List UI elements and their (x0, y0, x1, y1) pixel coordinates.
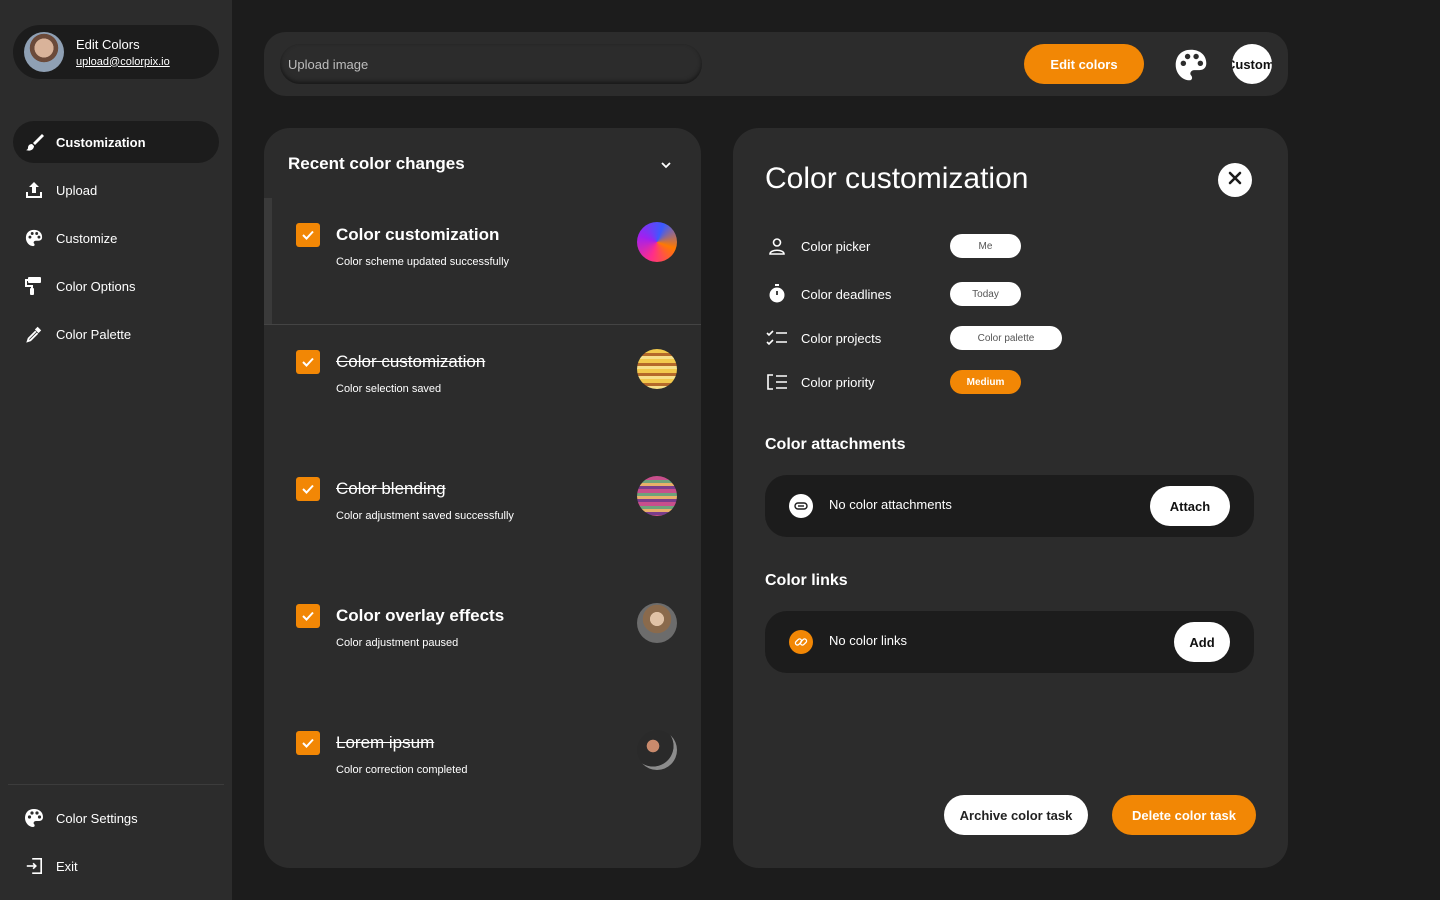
sidebar-item-label: Exit (56, 858, 78, 874)
item-thumbnail (637, 349, 677, 389)
property-row-picker: Color picker Me (765, 234, 1245, 258)
sidebar-item-label: Color Palette (56, 326, 132, 342)
sidebar: Edit Colors upload@colorpix.io Customiza… (0, 0, 232, 900)
sidebar-item-label: Customization (56, 134, 146, 150)
checkbox[interactable] (296, 223, 320, 247)
user-avatar-button[interactable]: Customi (1232, 44, 1272, 84)
person-icon (765, 234, 789, 258)
item-subtitle: Color selection saved (336, 383, 442, 395)
upload-icon (24, 180, 44, 200)
property-label: Color priority (801, 374, 875, 390)
property-row-priority: Color priority Medium (765, 370, 1245, 394)
checkbox[interactable] (296, 604, 320, 628)
avatar (24, 32, 64, 72)
profile-name: Edit Colors (76, 36, 140, 52)
sidebar-item-exit[interactable]: Exit (13, 845, 219, 887)
sidebar-divider (8, 784, 224, 785)
checklist-icon (765, 326, 789, 350)
item-thumbnail (637, 222, 677, 262)
sidebar-item-color-palette[interactable]: Color Palette (13, 313, 219, 355)
close-icon (1227, 170, 1243, 191)
sidebar-item-label: Customize (56, 230, 118, 246)
property-label: Color projects (801, 330, 882, 346)
property-value-pill[interactable]: Color palette (950, 326, 1062, 350)
item-thumbnail (637, 603, 677, 643)
links-box: No color links Add (765, 611, 1254, 673)
recent-changes-panel: Recent color changes Color customization… (264, 128, 701, 868)
checkbox[interactable] (296, 731, 320, 755)
palette-icon[interactable] (1174, 48, 1208, 82)
list-item[interactable]: Color customization Color scheme updated… (264, 198, 701, 325)
item-title: Color overlay effects (336, 606, 505, 625)
sidebar-item-label: Color Settings (56, 810, 138, 826)
palette-icon (24, 808, 44, 828)
list-item[interactable]: Color overlay effects Color adjustment p… (264, 579, 701, 706)
links-title: Color links (765, 572, 848, 589)
chevron-down-icon[interactable] (659, 158, 673, 172)
edit-colors-button[interactable]: Edit colors (1024, 44, 1144, 84)
priority-badge[interactable]: Medium (950, 370, 1021, 394)
archive-task-button[interactable]: Archive color task (944, 795, 1088, 835)
item-title: Color customization (336, 352, 486, 371)
sidebar-item-label: Color Options (56, 278, 136, 294)
sidebar-bottom-nav: Color Settings Exit (13, 797, 219, 893)
sidebar-item-color-settings[interactable]: Color Settings (13, 797, 219, 839)
property-label: Color deadlines (801, 286, 892, 302)
sidebar-item-customize[interactable]: Customize (13, 217, 219, 259)
sidebar-nav: Customization Upload Customize Color Opt… (13, 121, 219, 361)
checkbox[interactable] (296, 477, 320, 501)
palette-icon (24, 228, 44, 248)
avatar-text: Customi (1232, 56, 1272, 72)
profile-text: Edit Colors upload@colorpix.io (76, 37, 170, 68)
item-title: Lorem ipsum (336, 733, 435, 752)
detail-title: Color customization (765, 162, 1029, 195)
checkbox[interactable] (296, 350, 320, 374)
property-label: Color picker (801, 238, 871, 254)
list-item[interactable]: Color blending Color adjustment saved su… (264, 452, 701, 579)
property-value-pill[interactable]: Me (950, 234, 1021, 258)
attachment-icon (789, 494, 813, 518)
upload-image-input[interactable] (280, 44, 702, 84)
brush-icon (24, 132, 44, 152)
delete-task-button[interactable]: Delete color task (1112, 795, 1256, 835)
stopwatch-icon (765, 282, 789, 306)
profile-email[interactable]: upload@colorpix.io (76, 56, 170, 68)
attach-button[interactable]: Attach (1150, 486, 1230, 526)
profile-card[interactable]: Edit Colors upload@colorpix.io (13, 25, 219, 79)
exit-icon (24, 856, 44, 876)
item-title: Color blending (336, 479, 446, 498)
item-title: Color customization (336, 225, 500, 244)
item-subtitle: Color adjustment saved successfully (336, 510, 514, 522)
item-subtitle: Color scheme updated successfully (336, 256, 510, 268)
top-bar: Edit colors Customi (264, 32, 1288, 96)
links-empty-text: No color links (829, 633, 908, 648)
list-item[interactable]: Lorem ipsum Color correction completed (264, 706, 701, 833)
detail-panel: Color customization Color picker Me Colo… (733, 128, 1288, 868)
priority-list-icon (765, 370, 789, 394)
attachments-title: Color attachments (765, 436, 906, 453)
add-link-button[interactable]: Add (1174, 622, 1230, 662)
paint-roller-icon (24, 276, 44, 296)
attachments-box: No color attachments Attach (765, 475, 1254, 537)
sidebar-item-upload[interactable]: Upload (13, 169, 219, 211)
item-subtitle: Color adjustment paused (336, 637, 459, 649)
item-thumbnail (637, 730, 677, 770)
recent-changes-title: Recent color changes (288, 154, 465, 173)
attachments-empty-text: No color attachments (829, 497, 952, 512)
item-thumbnail (637, 476, 677, 516)
link-icon (789, 630, 813, 654)
list-item[interactable]: Color customization Color selection save… (264, 325, 701, 452)
item-subtitle: Color correction completed (336, 764, 468, 776)
sidebar-item-customization[interactable]: Customization (13, 121, 219, 163)
property-value-pill[interactable]: Today (950, 282, 1021, 306)
eyedropper-icon (24, 324, 44, 344)
sidebar-item-color-options[interactable]: Color Options (13, 265, 219, 307)
close-button[interactable] (1218, 163, 1252, 197)
property-row-deadlines: Color deadlines Today (765, 282, 1245, 306)
property-row-projects: Color projects Color palette (765, 326, 1245, 350)
sidebar-item-label: Upload (56, 182, 98, 198)
